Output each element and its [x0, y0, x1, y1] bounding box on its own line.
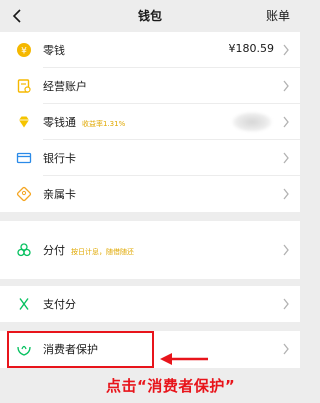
instruction-caption: 点击“消费者保护” — [106, 377, 236, 395]
chevron-right-icon — [283, 80, 289, 92]
chevron-right-icon — [283, 343, 289, 355]
row-label: 零钱通 收益率1.31% — [43, 114, 125, 130]
bill-link[interactable]: 账单 — [266, 7, 290, 24]
row-lingqian[interactable]: ¥ 零钱 ¥180.59 — [0, 32, 300, 68]
row-label: 分付 按日计息，随借随还 — [43, 242, 134, 258]
row-label: 零钱 — [43, 44, 65, 57]
fenfu-tag: 按日计息，随借随还 — [71, 248, 134, 256]
row-label: 经营账户 — [43, 80, 87, 93]
row-lingqiantong[interactable]: 零钱通 收益率1.31% — [0, 104, 300, 140]
fenfu-icon — [17, 243, 31, 257]
chevron-right-icon — [283, 188, 289, 200]
svg-text:¥: ¥ — [21, 47, 27, 57]
blurred-value — [232, 112, 272, 132]
chevron-right-icon — [283, 244, 289, 256]
row-label: 支付分 — [43, 298, 76, 311]
highlight-box — [7, 331, 154, 368]
top-nav-bar: 钱包 账单 — [0, 0, 300, 32]
row-qinshuka[interactable]: 亲属卡 — [0, 176, 300, 212]
wallet-group-fenfu: 分付 按日计息，随借随还 — [0, 221, 300, 279]
diamond-icon — [19, 116, 29, 128]
row-yinhangka[interactable]: 银行卡 — [0, 140, 300, 176]
balance-value: ¥180.59 — [228, 42, 275, 55]
pointer-arrow-icon — [160, 353, 208, 365]
business-account-icon — [17, 79, 31, 93]
chevron-right-icon — [283, 44, 289, 56]
row-label-text: 分付 — [43, 244, 65, 257]
row-zhifufen[interactable]: 支付分 — [0, 286, 300, 322]
family-card-icon — [16, 186, 32, 202]
row-label: 亲属卡 — [43, 188, 76, 201]
row-fenfu[interactable]: 分付 按日计息，随借随还 — [0, 232, 300, 268]
chevron-right-icon — [283, 152, 289, 164]
row-label: 银行卡 — [43, 152, 76, 165]
bank-card-icon — [16, 152, 32, 164]
wallet-group-main: ¥ 零钱 ¥180.59 经营账户 零钱通 收益率1.31% 银行卡 亲属卡 — [0, 32, 300, 212]
row-label-text: 零钱通 — [43, 116, 76, 129]
pay-score-icon — [19, 298, 29, 310]
chevron-right-icon — [283, 298, 289, 310]
yuan-coin-icon: ¥ — [17, 43, 31, 57]
row-jingying[interactable]: 经营账户 — [0, 68, 300, 104]
page-title: 钱包 — [137, 9, 162, 23]
chevron-right-icon — [283, 116, 289, 128]
wallet-group-zhifufen: 支付分 — [0, 286, 300, 322]
yield-tag: 收益率1.31% — [82, 120, 126, 128]
